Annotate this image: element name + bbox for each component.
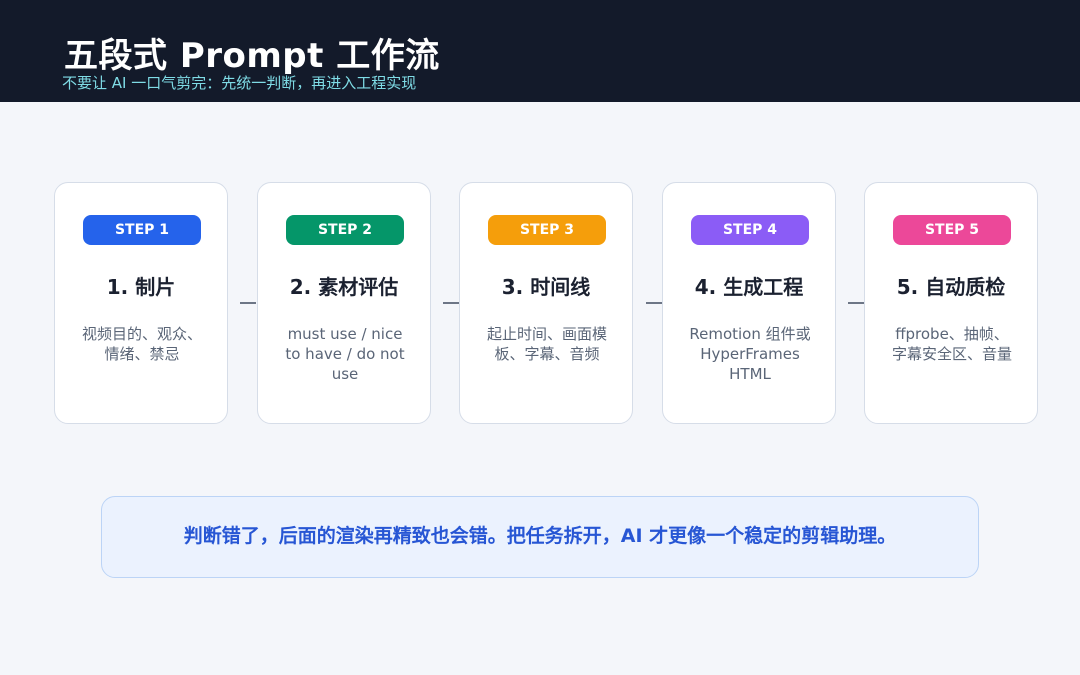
step-title-5: 5. 自动质检 [896, 275, 1006, 299]
step-desc-5: ffprobe、抽帧、字幕安全区、音量 [891, 325, 1012, 363]
step-title-2: 2. 素材评估 [289, 275, 399, 299]
step-title-4: 4. 生成工程 [694, 275, 804, 299]
step-connector [443, 302, 459, 304]
step-badge-2: STEP 2 [286, 215, 404, 245]
step-card-3: STEP 3 3. 时间线 起止时间、画面模板、字幕、音频 [459, 182, 633, 424]
step-desc-3: 起止时间、画面模板、字幕、音频 [486, 325, 607, 363]
step-badge-3: STEP 3 [488, 215, 606, 245]
step-desc-1: 视频目的、观众、情绪、禁忌 [81, 325, 202, 363]
step-connector [848, 302, 864, 304]
step-desc-4: Remotion 组件或 HyperFrames HTML [689, 325, 811, 383]
page-title: 五段式 Prompt 工作流 [64, 36, 440, 76]
step-card-2: STEP 2 2. 素材评估 must use / nice to have /… [257, 182, 431, 424]
step-title-3: 3. 时间线 [501, 275, 591, 299]
page-subtitle: 不要让 AI 一口气剪完：先统一判断，再进入工程实现 [62, 74, 417, 92]
step-badge-5: STEP 5 [893, 215, 1011, 245]
step-title-1: 1. 制片 [106, 275, 176, 299]
step-card-5: STEP 5 5. 自动质检 ffprobe、抽帧、字幕安全区、音量 [864, 182, 1038, 424]
step-card-4: STEP 4 4. 生成工程 Remotion 组件或 HyperFrames … [662, 182, 836, 424]
step-badge-4: STEP 4 [691, 215, 809, 245]
step-desc-2: must use / nice to have / do not use [285, 325, 405, 383]
summary-callout: 判断错了，后面的渲染再精致也会错。把任务拆开，AI 才更像一个稳定的剪辑助理。 [101, 496, 979, 578]
step-card-1: STEP 1 1. 制片 视频目的、观众、情绪、禁忌 [54, 182, 228, 424]
step-connector [646, 302, 662, 304]
header-bar: 五段式 Prompt 工作流 不要让 AI 一口气剪完：先统一判断，再进入工程实… [0, 0, 1080, 102]
step-badge-1: STEP 1 [83, 215, 201, 245]
step-connector [240, 302, 256, 304]
